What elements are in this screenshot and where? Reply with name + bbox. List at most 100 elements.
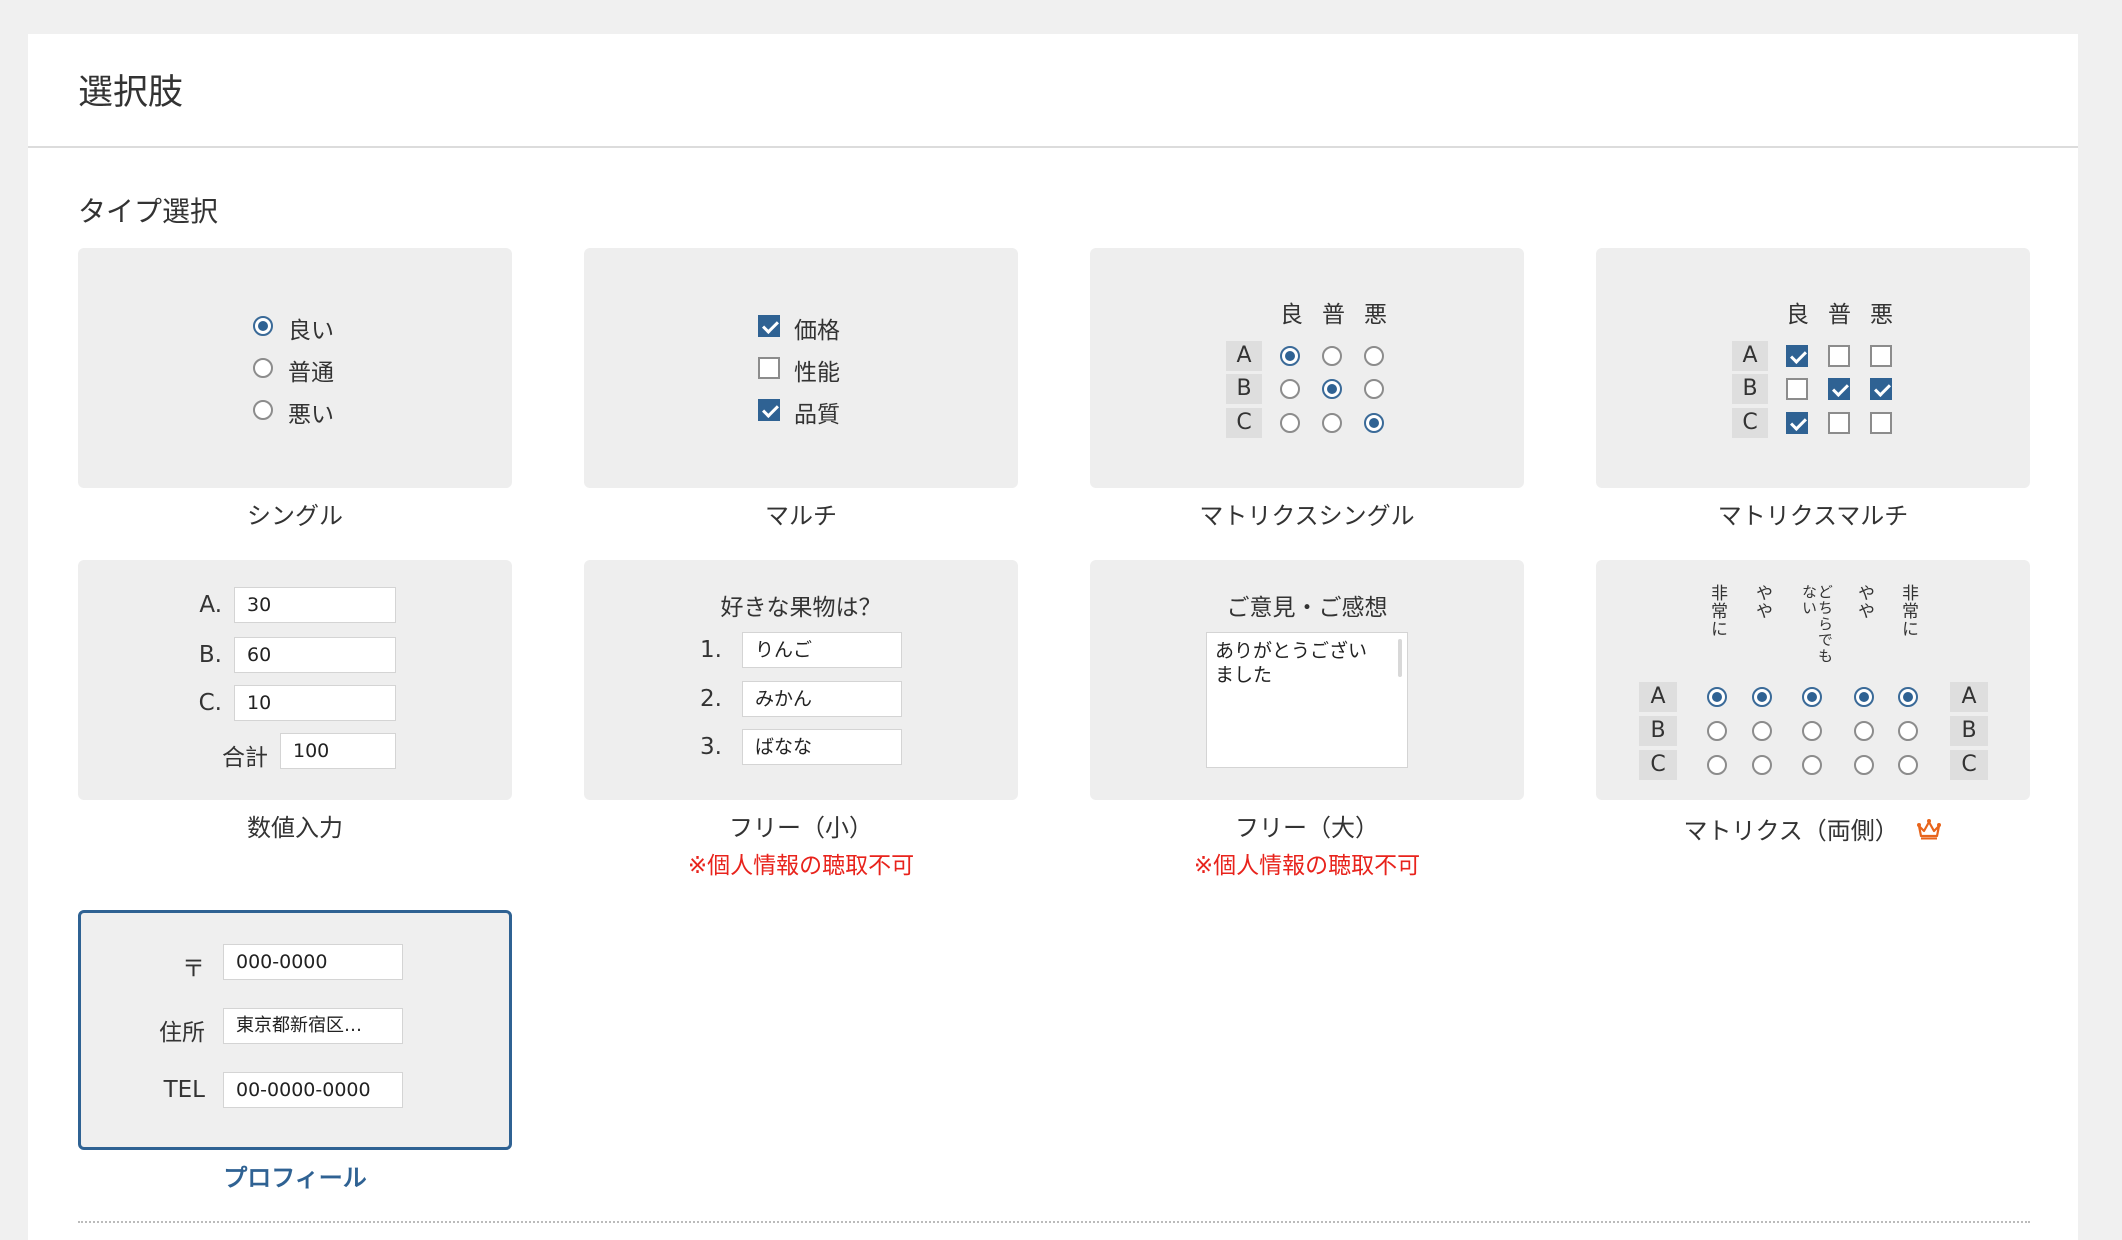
numeric-field-b: 60 bbox=[234, 637, 396, 673]
tel-field: 00-0000-0000 bbox=[223, 1072, 403, 1108]
numeric-field-a: 30 bbox=[234, 587, 396, 623]
question-text: 好きな果物は？ bbox=[720, 595, 882, 621]
column-header: どちらでもない bbox=[1800, 584, 1834, 664]
row-label-left: C bbox=[1639, 750, 1677, 780]
matrix-radio bbox=[1752, 755, 1772, 775]
input-label: C. bbox=[198, 690, 222, 716]
type-card-free-small[interactable]: 好きな果物は？ 1. りんご 2. みかん 3. ばなな bbox=[584, 560, 1018, 800]
postal-code-field: 000-0000 bbox=[223, 944, 403, 980]
matrix-checkbox bbox=[1870, 412, 1892, 434]
matrix-checkbox bbox=[1828, 345, 1850, 367]
matrix-checkbox bbox=[1870, 378, 1892, 400]
section-title: タイプ選択 bbox=[78, 195, 219, 228]
option-label: 性能 bbox=[794, 360, 840, 386]
row-label: A bbox=[1226, 341, 1262, 371]
column-header: 良 bbox=[1280, 302, 1303, 328]
panel-header: 選択肢 bbox=[28, 34, 2078, 148]
matrix-radio bbox=[1707, 721, 1727, 741]
page-title: 選択肢 bbox=[78, 73, 184, 113]
matrix-checkbox bbox=[1870, 345, 1892, 367]
matrix-radio bbox=[1898, 755, 1918, 775]
row-label-right: A bbox=[1950, 682, 1988, 712]
matrix-checkbox bbox=[1828, 378, 1850, 400]
type-card-numeric[interactable]: A. 30 B. 60 C. 10 合計 100 bbox=[78, 560, 512, 800]
column-header: 悪 bbox=[1870, 302, 1893, 328]
row-label: A bbox=[1732, 341, 1768, 371]
input-label: 2. bbox=[700, 686, 722, 712]
matrix-radio bbox=[1854, 721, 1874, 741]
caption-matrix-both: マトリクス（両側） bbox=[1596, 811, 2030, 846]
matrix-checkbox bbox=[1786, 378, 1808, 400]
option-label: 悪い bbox=[288, 402, 334, 428]
free-field-3: ばなな bbox=[742, 729, 902, 765]
option-label: 普通 bbox=[288, 360, 334, 386]
caption-profile: プロフィール bbox=[223, 1164, 367, 1192]
caption-text: マトリクス（両側） bbox=[1683, 817, 1899, 845]
caption-multi: マルチ bbox=[765, 502, 837, 530]
type-card-matrix-both[interactable]: 非常に やや どちらでもない やや 非常に A A B B C C bbox=[1596, 560, 2030, 800]
type-card-free-large[interactable]: ご意見・ご感想 ありがとうございました bbox=[1090, 560, 1524, 800]
total-label: 合計 bbox=[222, 745, 268, 771]
input-label: A. bbox=[199, 592, 222, 618]
caption-matrix-multi: マトリクスマルチ bbox=[1717, 502, 1909, 530]
matrix-radio bbox=[1752, 687, 1772, 707]
caption-free-large: フリー（大） bbox=[1235, 814, 1379, 842]
caption-single: シングル bbox=[247, 502, 343, 530]
option-label: 良い bbox=[288, 318, 334, 344]
input-label: TEL bbox=[163, 1077, 205, 1103]
matrix-checkbox bbox=[1828, 412, 1850, 434]
matrix-radio bbox=[1802, 721, 1822, 741]
matrix-radio bbox=[1854, 687, 1874, 707]
matrix-checkbox bbox=[1786, 345, 1808, 367]
column-header: 普 bbox=[1322, 302, 1345, 328]
column-header: やや bbox=[1854, 584, 1874, 620]
matrix-radio bbox=[1752, 721, 1772, 741]
matrix-radio bbox=[1707, 687, 1727, 707]
type-card-single[interactable]: 良い 普通 悪い bbox=[78, 248, 512, 488]
question-text: ご意見・ご感想 bbox=[1226, 595, 1388, 621]
matrix-radio bbox=[1707, 755, 1727, 775]
column-header: 非常に bbox=[1707, 584, 1727, 638]
row-label-left: B bbox=[1639, 716, 1677, 746]
type-card-multi[interactable]: 価格 性能 品質 bbox=[584, 248, 1018, 488]
column-header: 良 bbox=[1786, 302, 1809, 328]
scrollbar bbox=[1398, 639, 1402, 677]
column-header: 非常に bbox=[1898, 584, 1918, 638]
caption-free-small: フリー（小） bbox=[729, 814, 873, 842]
type-card-profile[interactable]: 〒 000-0000 住所 東京都新宿区… TEL 00-0000-0000 bbox=[78, 910, 512, 1150]
row-label: B bbox=[1732, 374, 1768, 404]
option-label: 価格 bbox=[794, 318, 840, 344]
caption-matrix-single: マトリクスシングル bbox=[1199, 502, 1415, 530]
matrix-radio bbox=[1898, 721, 1918, 741]
matrix-radio bbox=[1802, 687, 1822, 707]
main-panel: 選択肢 タイプ選択 良い 普通 悪い シングル 価格 性能 品質 マルチ 良 普… bbox=[28, 34, 2078, 1240]
column-header: やや bbox=[1752, 584, 1772, 620]
matrix-radio bbox=[1280, 346, 1300, 366]
matrix-radio bbox=[1364, 346, 1384, 366]
free-textarea: ありがとうございました bbox=[1206, 632, 1408, 768]
divider bbox=[78, 1221, 2030, 1223]
radio-normal bbox=[253, 358, 273, 378]
numeric-field-c: 10 bbox=[234, 685, 396, 721]
input-label: 住所 bbox=[159, 1020, 205, 1046]
column-header: 普 bbox=[1828, 302, 1851, 328]
checkbox-price bbox=[758, 315, 780, 337]
crown-icon bbox=[1917, 819, 1942, 840]
radio-bad bbox=[253, 400, 273, 420]
checkbox-quality bbox=[758, 399, 780, 421]
row-label: C bbox=[1226, 408, 1262, 438]
matrix-checkbox bbox=[1786, 412, 1808, 434]
warning-text: ※個人情報の聴取不可 bbox=[687, 853, 915, 879]
caption-numeric: 数値入力 bbox=[247, 814, 343, 842]
matrix-radio bbox=[1898, 687, 1918, 707]
type-card-matrix-multi[interactable]: 良 普 悪 A B C bbox=[1596, 248, 2030, 488]
textarea-value: ありがとうございました bbox=[1215, 640, 1368, 686]
input-label: B. bbox=[198, 642, 222, 668]
radio-good bbox=[253, 316, 273, 336]
type-card-matrix-single[interactable]: 良 普 悪 A B C bbox=[1090, 248, 1524, 488]
input-label: 3. bbox=[700, 734, 722, 760]
row-label-right: B bbox=[1950, 716, 1988, 746]
matrix-radio bbox=[1364, 413, 1384, 433]
matrix-radio bbox=[1322, 413, 1342, 433]
row-label: B bbox=[1226, 374, 1262, 404]
